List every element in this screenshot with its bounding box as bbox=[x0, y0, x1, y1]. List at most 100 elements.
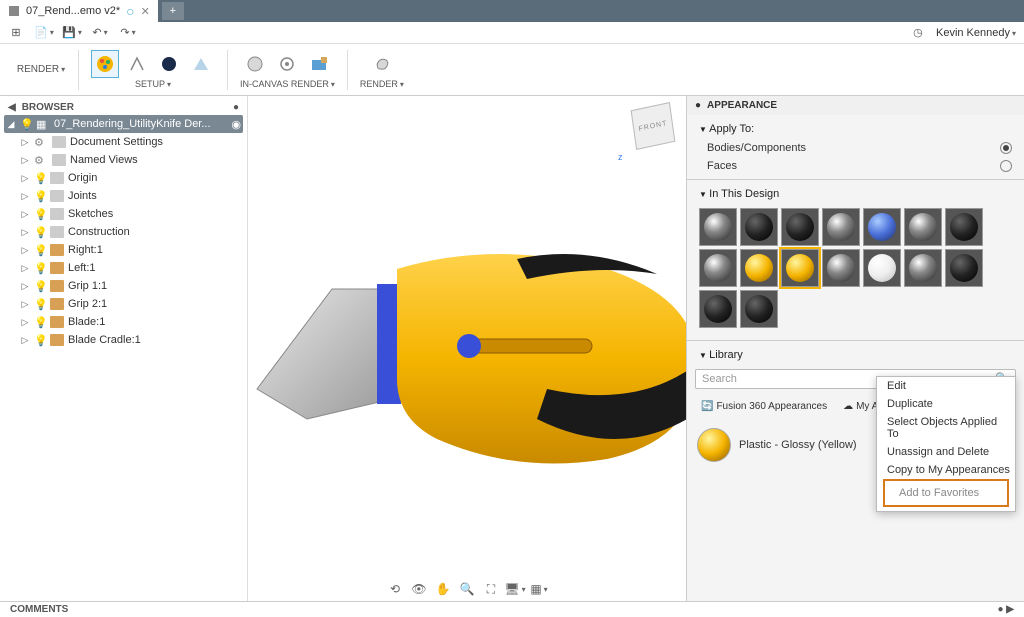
appearance-swatch[interactable] bbox=[904, 249, 942, 287]
appearance-tool-icon[interactable] bbox=[91, 50, 119, 78]
appearance-swatch[interactable] bbox=[781, 249, 819, 287]
zoom-icon[interactable]: 🔍 bbox=[459, 581, 475, 597]
tree-item[interactable]: ▷💡Origin bbox=[18, 169, 243, 187]
ctx-add-favorites[interactable]: Add to Favorites bbox=[895, 484, 997, 502]
viewcube-face[interactable]: FRONT bbox=[631, 102, 676, 150]
tree-item[interactable]: ▷💡Sketches bbox=[18, 205, 243, 223]
tree-item[interactable]: ▷⚙Document Settings bbox=[18, 133, 243, 151]
appearance-swatch[interactable] bbox=[945, 249, 983, 287]
appearance-header[interactable]: ● APPEARANCE bbox=[687, 96, 1024, 115]
twisty-icon[interactable]: ▷ bbox=[20, 281, 30, 292]
twisty-icon[interactable]: ▷ bbox=[20, 335, 30, 346]
viewcube[interactable]: FRONT z bbox=[626, 102, 680, 156]
file-menu[interactable]: 📄 bbox=[36, 25, 52, 41]
apps-icon[interactable]: ⊞ bbox=[8, 25, 24, 41]
orbit-icon[interactable]: ⟲ bbox=[387, 581, 403, 597]
collapse-icon[interactable]: ● bbox=[695, 100, 701, 111]
appearance-swatch[interactable] bbox=[699, 208, 737, 246]
bulb-icon[interactable]: 💡 bbox=[34, 316, 46, 329]
twisty-icon[interactable]: ▷ bbox=[20, 263, 30, 274]
appearance-swatch[interactable] bbox=[740, 249, 778, 287]
close-tab-icon[interactable]: ✕ bbox=[141, 5, 150, 18]
save-menu[interactable]: 💾 bbox=[64, 25, 80, 41]
appearance-swatch[interactable] bbox=[822, 208, 860, 246]
decal-icon[interactable] bbox=[155, 50, 183, 78]
pin-icon[interactable]: ● bbox=[997, 604, 1003, 615]
tree-item[interactable]: ▷💡Construction bbox=[18, 223, 243, 241]
incanvas-settings-icon[interactable] bbox=[273, 50, 301, 78]
document-tab[interactable]: 07_Rend...emo v2* ○ ✕ bbox=[0, 0, 158, 22]
twisty-icon[interactable]: ▷ bbox=[20, 191, 30, 202]
ctx-duplicate[interactable]: Duplicate bbox=[877, 395, 1015, 413]
look-icon[interactable]: 👁 bbox=[411, 581, 427, 597]
bulb-icon[interactable]: 💡 bbox=[34, 298, 46, 311]
bulb-icon[interactable]: 💡 bbox=[34, 244, 46, 257]
root-menu-icon[interactable]: ◉ bbox=[231, 118, 241, 131]
expand-icon[interactable]: ▶ bbox=[1006, 604, 1014, 615]
workspace-switcher[interactable]: RENDER bbox=[10, 64, 72, 75]
tree-item[interactable]: ▷💡Blade:1 bbox=[18, 313, 243, 331]
toolgroup-label-incanvas[interactable]: IN-CANVAS RENDER bbox=[240, 79, 335, 89]
toolgroup-label-render[interactable]: RENDER bbox=[360, 79, 404, 89]
tab-fusion-appearances[interactable]: 🔄Fusion 360 Appearances bbox=[695, 398, 833, 415]
browser-header[interactable]: ◀ BROWSER ● bbox=[4, 100, 243, 115]
tree-root[interactable]: ◢ 💡 ▦ 07_Rendering_UtilityKnife Der... ◉ bbox=[4, 115, 243, 133]
pan-icon[interactable]: ✋ bbox=[435, 581, 451, 597]
twisty-icon[interactable]: ▷ bbox=[20, 227, 30, 238]
pin-icon[interactable]: ● bbox=[233, 102, 239, 113]
tree-item[interactable]: ▷💡Blade Cradle:1 bbox=[18, 331, 243, 349]
scene-settings-icon[interactable] bbox=[123, 50, 151, 78]
tree-item[interactable]: ▷💡Joints bbox=[18, 187, 243, 205]
twisty-icon[interactable]: ▷ bbox=[20, 137, 30, 148]
texture-icon[interactable] bbox=[187, 50, 215, 78]
appearance-swatch[interactable] bbox=[699, 290, 737, 328]
bulb-icon[interactable]: 💡 bbox=[34, 172, 46, 185]
twisty-icon[interactable]: ▷ bbox=[20, 299, 30, 310]
tree-item[interactable]: ▷💡Left:1 bbox=[18, 259, 243, 277]
ctx-edit[interactable]: Edit bbox=[877, 377, 1015, 395]
undo-button[interactable]: ↶ bbox=[92, 25, 108, 41]
appearance-swatch[interactable] bbox=[740, 290, 778, 328]
bulb-icon[interactable]: 💡 bbox=[34, 280, 46, 293]
render-icon[interactable] bbox=[368, 50, 396, 78]
tree-item[interactable]: ▷💡Grip 2:1 bbox=[18, 295, 243, 313]
fit-icon[interactable]: ⛶ bbox=[483, 581, 499, 597]
collapse-icon[interactable]: ◀ bbox=[8, 102, 16, 113]
tree-item[interactable]: ▷💡Grip 1:1 bbox=[18, 277, 243, 295]
comments-bar[interactable]: COMMENTS ● ▶ bbox=[0, 601, 1024, 617]
library-title[interactable]: Library bbox=[699, 345, 1012, 365]
clock-icon[interactable]: ◷ bbox=[910, 25, 926, 41]
capture-image-icon[interactable] bbox=[305, 50, 333, 78]
radio-faces[interactable]: Faces bbox=[699, 157, 1012, 175]
incanvas-render-icon[interactable] bbox=[241, 50, 269, 78]
display-settings-icon[interactable]: 🖥 bbox=[507, 581, 523, 597]
radio-icon[interactable] bbox=[1000, 142, 1012, 154]
ctx-copy-my[interactable]: Copy to My Appearances bbox=[877, 461, 1015, 479]
appearance-swatch[interactable] bbox=[863, 249, 901, 287]
twisty-icon[interactable]: ▷ bbox=[20, 173, 30, 184]
viewport-canvas[interactable]: FRONT z ⟲ 👁 ✋ 🔍 ⛶ 🖥 bbox=[248, 96, 686, 601]
tree-item[interactable]: ▷⚙Named Views bbox=[18, 151, 243, 169]
radio-bodies[interactable]: Bodies/Components bbox=[699, 139, 1012, 157]
redo-button[interactable]: ↷ bbox=[120, 25, 136, 41]
appearance-swatch[interactable] bbox=[904, 208, 942, 246]
new-tab-button[interactable]: + bbox=[162, 2, 184, 20]
bulb-icon[interactable]: 💡 bbox=[34, 334, 46, 347]
bulb-icon[interactable]: 💡 bbox=[34, 262, 46, 275]
appearance-swatch[interactable] bbox=[740, 208, 778, 246]
appearance-swatch[interactable] bbox=[781, 208, 819, 246]
ctx-unassign[interactable]: Unassign and Delete bbox=[877, 443, 1015, 461]
twisty-icon[interactable]: ◢ bbox=[6, 119, 16, 130]
twisty-icon[interactable]: ▷ bbox=[20, 155, 30, 166]
bulb-icon[interactable]: 💡 bbox=[34, 226, 46, 239]
in-this-design-title[interactable]: In This Design bbox=[699, 184, 1012, 204]
twisty-icon[interactable]: ▷ bbox=[20, 209, 30, 220]
twisty-icon[interactable]: ▷ bbox=[20, 317, 30, 328]
tree-item[interactable]: ▷💡Right:1 bbox=[18, 241, 243, 259]
bulb-icon[interactable]: 💡 bbox=[20, 118, 32, 131]
appearance-swatch[interactable] bbox=[699, 249, 737, 287]
appearance-swatch[interactable] bbox=[863, 208, 901, 246]
grid-settings-icon[interactable]: ▦ bbox=[531, 581, 547, 597]
bulb-icon[interactable]: 💡 bbox=[34, 208, 46, 221]
appearance-swatch[interactable] bbox=[822, 249, 860, 287]
